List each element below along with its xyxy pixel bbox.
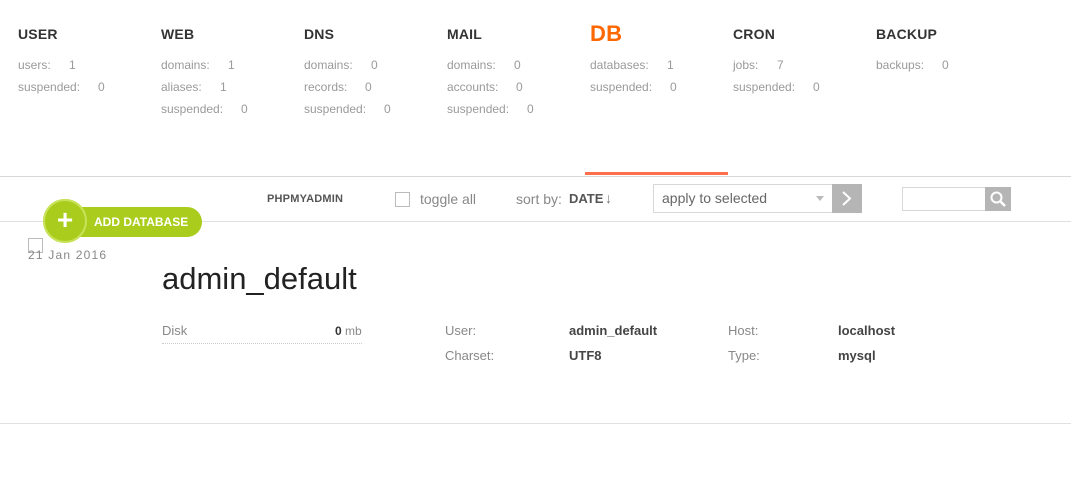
stat-label: aliases:	[161, 80, 202, 94]
divider	[0, 176, 1071, 177]
stat-row: suspended: 0	[18, 76, 158, 98]
stat-row: suspended: 0	[733, 76, 873, 98]
add-database-label[interactable]: ADD DATABASE	[73, 207, 203, 237]
stat-value: 0	[813, 80, 820, 94]
toggle-all-label[interactable]: toggle all	[420, 191, 476, 207]
stat-title-backup[interactable]: BACKUP	[876, 22, 1016, 46]
stat-value: 7	[777, 58, 784, 72]
stat-mail[interactable]: MAIL domains: 0 accounts: 0 suspended: 0	[447, 22, 587, 120]
stat-value: 0	[942, 58, 949, 72]
stat-value: 1	[228, 58, 235, 72]
stat-label: domains:	[161, 58, 210, 72]
stat-label: suspended:	[304, 102, 367, 116]
type-label: Type:	[728, 348, 760, 363]
stat-title-web[interactable]: WEB	[161, 22, 301, 46]
stat-row: suspended: 0	[304, 98, 444, 120]
stat-label: suspended:	[733, 80, 796, 94]
stat-dns[interactable]: DNS domains: 0 records: 0 suspended: 0	[304, 22, 444, 120]
search-button[interactable]	[985, 187, 1011, 211]
stat-row: suspended: 0	[447, 98, 587, 120]
disk-label: Disk	[162, 323, 188, 338]
stat-label: backups:	[876, 58, 925, 72]
bulk-action-value: apply to selected	[662, 190, 768, 206]
stat-db[interactable]: DB databases: 1 suspended: 0	[590, 22, 730, 98]
stat-title-user[interactable]: USER	[18, 22, 158, 46]
stat-value: 0	[365, 80, 372, 94]
stat-title-mail[interactable]: MAIL	[447, 22, 587, 46]
host-label: Host:	[728, 323, 759, 338]
search-input[interactable]	[902, 187, 986, 211]
charset-value: UTF8	[569, 348, 602, 363]
stat-value: 1	[220, 80, 227, 94]
stat-value: 1	[667, 58, 674, 72]
type-value: mysql	[838, 348, 876, 363]
toggle-all-checkbox[interactable]	[395, 192, 410, 207]
stat-row: users: 1	[18, 54, 158, 76]
bulk-action-select[interactable]: apply to selected	[653, 184, 833, 213]
stat-value: 0	[670, 80, 677, 94]
stat-title-cron[interactable]: CRON	[733, 22, 873, 46]
plus-icon[interactable]: +	[43, 199, 87, 243]
phpmyadmin-link[interactable]: PHPMYADMIN	[267, 192, 343, 206]
stat-value: 0	[516, 80, 523, 94]
stat-user[interactable]: USER users: 1 suspended: 0	[18, 22, 158, 98]
stat-label: suspended:	[18, 80, 81, 94]
stat-label: databases:	[590, 58, 649, 72]
stat-title-dns[interactable]: DNS	[304, 22, 444, 46]
stat-label: users:	[18, 58, 51, 72]
stat-web[interactable]: WEB domains: 1 aliases: 1 suspended: 0	[161, 22, 301, 120]
stat-row: suspended: 0	[590, 76, 730, 98]
sort-by-label: sort by:	[516, 191, 562, 207]
stat-row: domains: 0	[447, 54, 587, 76]
stat-row: databases: 1	[590, 54, 730, 76]
stat-row: domains: 0	[304, 54, 444, 76]
stat-row: records: 0	[304, 76, 444, 98]
stat-value: 0	[98, 80, 105, 94]
stat-label: suspended:	[447, 102, 510, 116]
stat-value: 0	[241, 102, 248, 116]
stat-label: suspended:	[161, 102, 224, 116]
stat-title-db[interactable]: DB	[590, 22, 730, 46]
stat-value: 0	[527, 102, 534, 116]
disk-unit: mb	[345, 324, 362, 338]
user-value: admin_default	[569, 323, 658, 338]
stat-label: records:	[304, 80, 348, 94]
chevron-right-icon	[842, 191, 852, 206]
stat-backup[interactable]: BACKUP backups: 0	[876, 22, 1016, 76]
database-name: admin_default	[162, 261, 357, 296]
stat-row: accounts: 0	[447, 76, 587, 98]
stat-row: suspended: 0	[161, 98, 301, 120]
stat-row: jobs: 7	[733, 54, 873, 76]
search-icon	[990, 191, 1006, 207]
stat-label: suspended:	[590, 80, 653, 94]
stat-cron[interactable]: CRON jobs: 7 suspended: 0	[733, 22, 873, 98]
sort-by-value[interactable]: DATE	[569, 191, 603, 207]
stat-row: backups: 0	[876, 54, 1016, 76]
caret-down-icon	[816, 196, 824, 201]
divider	[0, 423, 1071, 424]
row-date: 21 Jan 2016	[28, 248, 108, 262]
disk-divider	[162, 343, 362, 344]
stat-label: accounts:	[447, 80, 499, 94]
stat-label: domains:	[447, 58, 496, 72]
stat-row: domains: 1	[161, 54, 301, 76]
sort-arrow-icon[interactable]: ↓	[605, 190, 612, 206]
stat-value: 0	[384, 102, 391, 116]
disk-value: 0	[335, 324, 342, 338]
charset-label: Charset:	[445, 348, 495, 363]
host-value: localhost	[838, 323, 896, 338]
apply-button[interactable]	[832, 184, 862, 213]
user-label: User:	[445, 323, 477, 338]
active-tab-underline	[585, 172, 728, 175]
stat-row: aliases: 1	[161, 76, 301, 98]
stat-value: 0	[514, 58, 521, 72]
stat-label: jobs:	[733, 58, 759, 72]
stat-label: domains:	[304, 58, 353, 72]
stat-value: 0	[371, 58, 378, 72]
stat-value: 1	[69, 58, 76, 72]
